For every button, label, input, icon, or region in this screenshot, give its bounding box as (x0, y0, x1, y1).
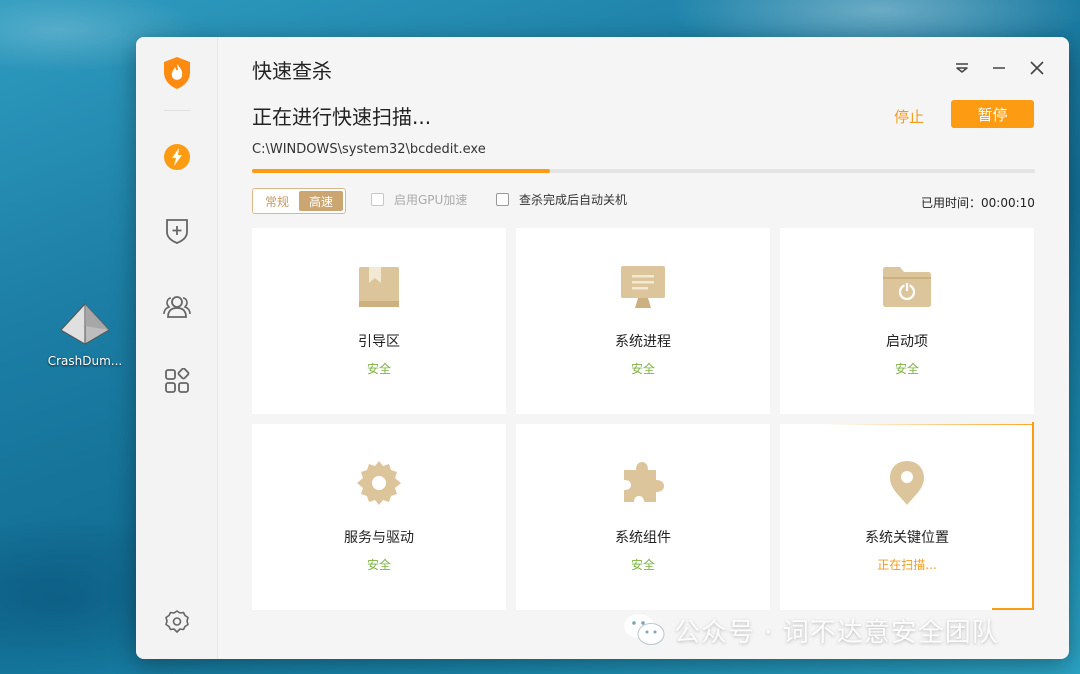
monitor-icon (516, 262, 770, 312)
lightning-icon (164, 144, 190, 170)
card-status: 安全 (894, 362, 919, 376)
location-pin-icon (780, 458, 1034, 508)
sidebar-divider (164, 110, 190, 111)
watermark: 公众号 · 词不达意安全团队 (622, 610, 999, 650)
card-name: 系统组件 (615, 530, 671, 546)
scan-card-services: 服务与驱动 安全 (252, 424, 506, 610)
pyramid-icon (55, 300, 115, 350)
card-name: 系统进程 (615, 334, 671, 350)
card-name: 启动项 (886, 334, 928, 350)
main-panel: 快速查杀 正在进行快速扫描... 停止 暂停 C:\WINDOWS\system… (218, 37, 1069, 659)
users-icon (163, 296, 191, 318)
card-name: 引导区 (358, 334, 400, 350)
card-status: 安全 (630, 558, 655, 572)
settings-gear-icon (165, 610, 189, 633)
card-name: 系统关键位置 (865, 530, 949, 546)
watermark-text: 公众号 · 词不达意安全团队 (674, 617, 999, 648)
dropdown-menu-icon (956, 63, 968, 73)
card-status: 正在扫描... (877, 558, 937, 572)
mode-normal-option[interactable]: 常规 (255, 191, 299, 211)
scan-card-boot: 引导区 安全 (252, 228, 506, 414)
shield-plus-icon (166, 219, 188, 244)
minimize-button[interactable] (988, 57, 1010, 79)
shield-flame-logo-icon (159, 55, 195, 91)
sidebar (136, 37, 218, 659)
close-icon (1030, 61, 1044, 75)
card-name: 服务与驱动 (344, 530, 414, 546)
close-button[interactable] (1026, 57, 1048, 79)
sidebar-item-scan[interactable] (159, 139, 195, 175)
menu-button[interactable] (951, 57, 973, 79)
scan-card-startup: 启动项 安全 (780, 228, 1034, 414)
wechat-logo-icon (624, 614, 665, 645)
puzzle-icon (516, 458, 770, 508)
auto-shutdown-checkbox[interactable] (496, 193, 509, 206)
gpu-checkbox[interactable] (371, 193, 384, 206)
quick-scan-window: 快速查杀 正在进行快速扫描... 停止 暂停 C:\WINDOWS\system… (136, 37, 1069, 659)
scan-mode-toggle[interactable]: 常规 高速 (252, 188, 346, 214)
book-icon (252, 262, 506, 312)
sidebar-item-users[interactable] (159, 288, 195, 324)
auto-shutdown-label: 查杀完成后自动关机 (519, 193, 628, 207)
stop-button[interactable]: 停止 (894, 106, 924, 127)
folder-power-icon (780, 262, 1034, 312)
sidebar-item-protection[interactable] (159, 213, 195, 249)
window-title: 快速查杀 (252, 59, 332, 83)
gpu-acceleration-option[interactable]: 启用GPU加速 (371, 191, 467, 208)
mode-fast-option[interactable]: 高速 (299, 191, 343, 211)
sidebar-item-tools[interactable] (159, 363, 195, 399)
scan-status-text: 正在进行快速扫描... (252, 105, 432, 129)
desktop-icon-label: CrashDum... (47, 354, 123, 368)
elapsed-time: 已用时间：00:00:10 (921, 196, 1035, 210)
scan-progress-bar (252, 169, 1035, 173)
card-status: 安全 (366, 558, 391, 572)
card-status: 安全 (630, 362, 655, 376)
current-file-path: C:\WINDOWS\system32\bcdedit.exe (252, 142, 486, 157)
gpu-label: 启用GPU加速 (394, 193, 468, 207)
gear-icon (252, 458, 506, 508)
scan-progress-fill (252, 169, 550, 173)
apps-grid-icon (165, 368, 190, 393)
desktop-icon-crashdump[interactable]: CrashDum... (40, 300, 130, 368)
pause-button[interactable]: 暂停 (951, 100, 1034, 128)
scan-card-processes: 系统进程 安全 (516, 228, 770, 414)
card-status: 安全 (366, 362, 391, 376)
auto-shutdown-option[interactable]: 查杀完成后自动关机 (496, 191, 627, 208)
sidebar-item-settings[interactable] (159, 604, 195, 640)
scan-card-key-locations: 系统关键位置 正在扫描... (780, 422, 1034, 610)
scan-card-components: 系统组件 安全 (516, 424, 770, 610)
minimize-icon (993, 67, 1005, 69)
